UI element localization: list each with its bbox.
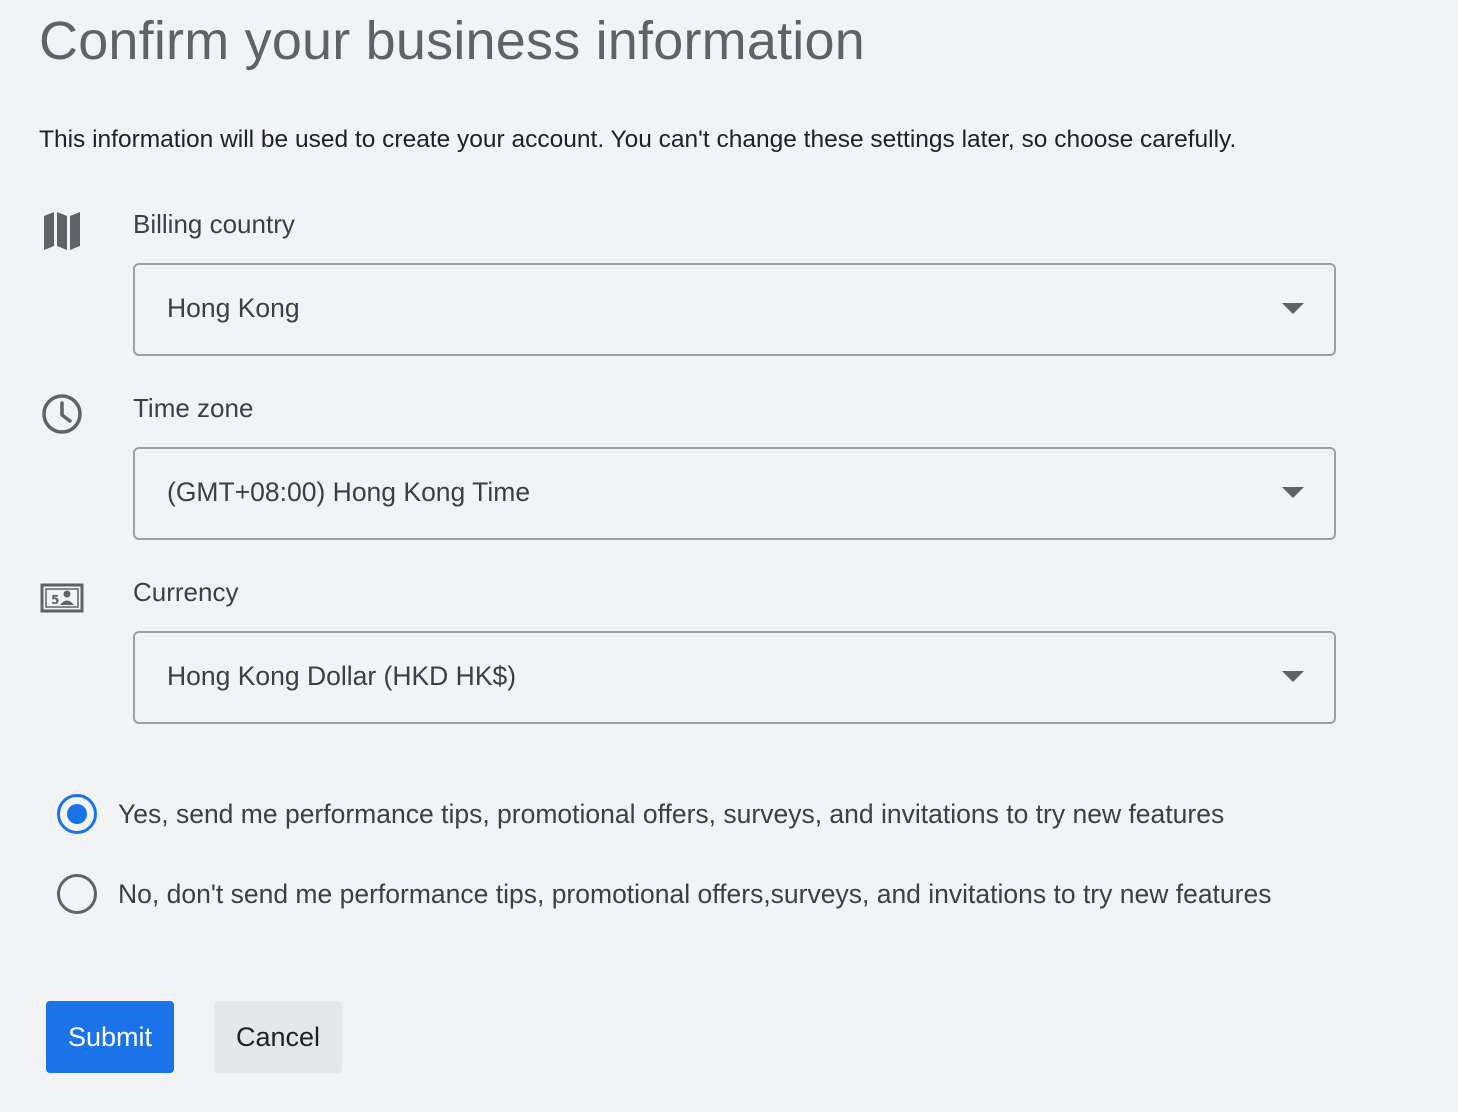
- dropdown-arrow-icon: [1282, 671, 1304, 682]
- page-title: Confirm your business information: [39, 11, 865, 71]
- currency-select[interactable]: Hong Kong Dollar (HKD HK$): [133, 631, 1336, 724]
- money-icon: 5: [38, 574, 86, 622]
- currency-value: Hong Kong Dollar (HKD HK$): [167, 661, 517, 691]
- dropdown-arrow-icon: [1282, 303, 1304, 314]
- clock-icon: [38, 390, 86, 438]
- time-zone-select[interactable]: (GMT+08:00) Hong Kong Time: [133, 447, 1336, 540]
- business-info-page: Confirm your business information This i…: [0, 0, 1458, 1112]
- svg-text:5: 5: [51, 593, 59, 607]
- time-zone-value: (GMT+08:00) Hong Kong Time: [167, 477, 531, 507]
- dropdown-arrow-icon: [1282, 487, 1304, 498]
- billing-country-select[interactable]: Hong Kong: [133, 263, 1336, 356]
- billing-country-value: Hong Kong: [167, 293, 300, 323]
- cancel-button[interactable]: Cancel: [214, 1001, 342, 1073]
- currency-label: Currency: [133, 577, 239, 607]
- billing-country-label: Billing country: [133, 209, 295, 239]
- intro-text: This information will be used to create …: [39, 126, 1237, 153]
- email-pref-yes-radio[interactable]: [57, 794, 97, 834]
- email-pref-yes-label[interactable]: Yes, send me performance tips, promotion…: [118, 794, 1298, 834]
- time-zone-label: Time zone: [133, 393, 254, 423]
- email-pref-no-radio[interactable]: [57, 874, 97, 914]
- submit-button[interactable]: Submit: [46, 1001, 174, 1073]
- map-icon: [38, 206, 86, 254]
- email-pref-no-label[interactable]: No, don't send me performance tips, prom…: [118, 874, 1298, 914]
